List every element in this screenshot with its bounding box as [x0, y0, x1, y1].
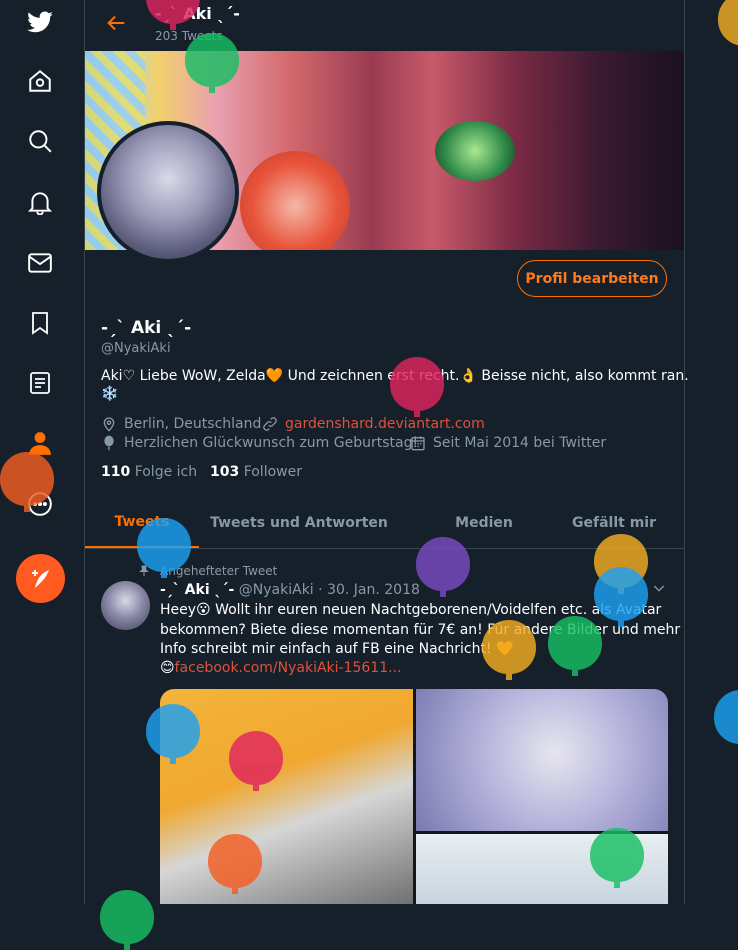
following-stat[interactable]: 110 Folge ich: [101, 464, 197, 480]
profile-birthday: Herzlichen Glückwunsch zum Geburtstag!: [124, 435, 419, 451]
mail-icon[interactable]: [20, 243, 60, 283]
tweet-text-line-3: Info schreibt mir einfach auf FB eine Na…: [160, 641, 514, 657]
profile-location: Berlin, Deutschland: [124, 416, 262, 432]
tab-tweets-and-replies[interactable]: Tweets und Antworten: [199, 498, 399, 548]
following-label: Folge ich: [134, 464, 198, 480]
profile-column: -ˏˋ Aki ˎˊ- 203 Tweets Profil bearbeiten…: [84, 0, 689, 904]
decorative-balloon: [416, 537, 470, 597]
profile-display-name: -ˏˋ Aki ˎˊ-: [101, 318, 192, 338]
bookmark-icon[interactable]: [20, 303, 60, 343]
tweet-text-line-1: Heey😮 Wollt ihr euren neuen Nachtgeboren…: [160, 602, 662, 618]
decorative-balloon: [208, 834, 262, 894]
tweet-separator: ·: [318, 582, 323, 598]
followers-count: 103: [210, 464, 240, 480]
decorative-balloon: [185, 33, 239, 93]
tweet-author-avatar[interactable]: [101, 581, 150, 630]
tweet-facebook-link[interactable]: facebook.com/NyakiAki-15611...: [175, 660, 402, 676]
decorative-balloon: [229, 731, 283, 791]
chevron-down-icon[interactable]: [651, 580, 667, 596]
back-arrow-icon[interactable]: [105, 12, 127, 34]
following-count: 110: [101, 464, 131, 480]
decorative-balloon: [718, 0, 738, 46]
decorative-balloon: [100, 890, 154, 950]
sidebar-nav: [0, 0, 80, 904]
decorative-balloon: [146, 704, 200, 764]
tweet-author-line: -ˏˋ Aki ˎˊ- @NyakiAki · 30. Jan. 2018: [160, 582, 420, 598]
link-icon: [262, 416, 278, 432]
tab-media[interactable]: Medien: [399, 498, 569, 548]
bell-icon[interactable]: [20, 182, 60, 222]
tweet-media-image-2[interactable]: [416, 689, 668, 831]
edit-profile-button[interactable]: Profil bearbeiten: [517, 260, 667, 297]
balloon-birthday-icon: [101, 435, 117, 451]
profile-bio-emoji: ❄️: [101, 386, 119, 402]
profile-website-link[interactable]: gardenshard.deviantart.com: [285, 416, 485, 432]
decorative-balloon: [390, 357, 444, 417]
calendar-icon: [410, 435, 426, 451]
tweet-link-line: 😊facebook.com/NyakiAki-15611...: [160, 660, 401, 676]
home-icon[interactable]: [20, 61, 60, 101]
search-icon[interactable]: [20, 121, 60, 161]
decorative-balloon: [590, 828, 644, 888]
followers-stat[interactable]: 103 Follower: [210, 464, 302, 480]
decorative-balloon: [714, 690, 738, 744]
tweet-author-name[interactable]: -ˏˋ Aki ˎˊ-: [160, 582, 234, 598]
decorative-balloon: [0, 452, 54, 512]
list-icon[interactable]: [20, 363, 60, 403]
twitter-logo-icon[interactable]: [20, 3, 60, 43]
followers-label: Follower: [243, 464, 302, 480]
profile-joined-date: Seit Mai 2014 bei Twitter: [433, 435, 607, 451]
location-pin-icon: [101, 416, 117, 432]
decorative-balloon: [594, 567, 648, 627]
profile-avatar[interactable]: [97, 121, 239, 263]
decorative-balloon: [137, 518, 191, 578]
profile-handle: @NyakiAki: [101, 341, 171, 356]
decorative-balloon: [482, 620, 536, 680]
compose-tweet-button[interactable]: [16, 554, 65, 603]
tweet-text-line-2: bekommen? Biete diese momentan für 7€ an…: [160, 622, 681, 638]
tweet-date[interactable]: 30. Jan. 2018: [327, 582, 420, 598]
tweet-author-handle[interactable]: @NyakiAki: [239, 582, 314, 598]
decorative-balloon: [548, 616, 602, 676]
tweet-link-emoji: 😊: [160, 660, 175, 676]
